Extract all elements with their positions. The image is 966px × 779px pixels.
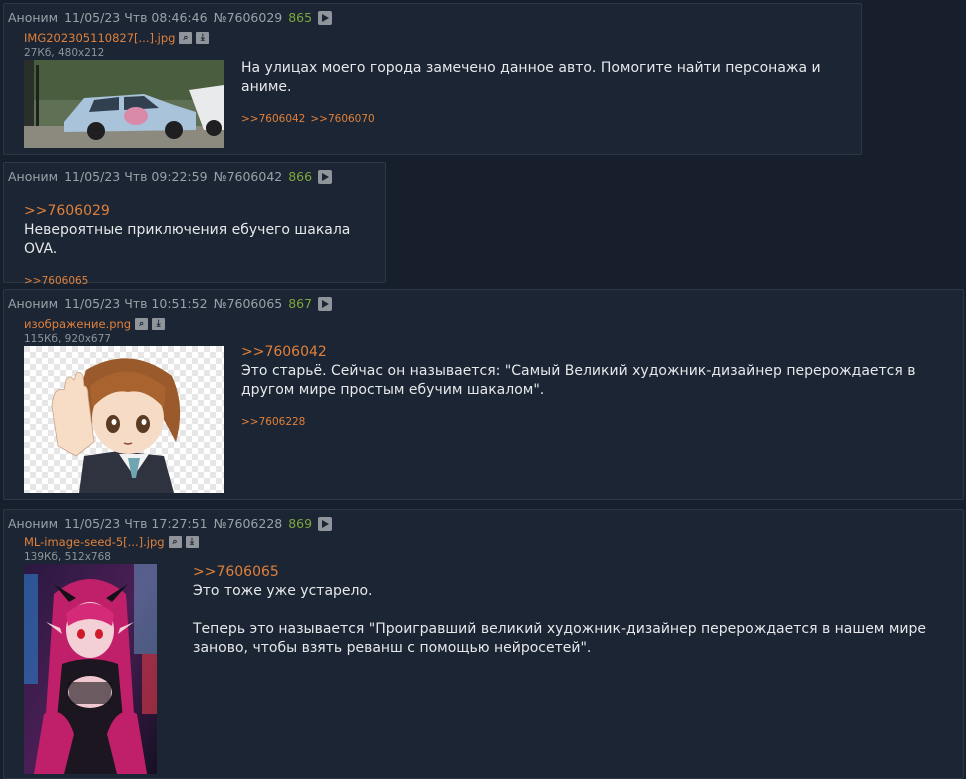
search-icon[interactable]: ⌕ [179, 32, 193, 44]
post-body: >>7606029 Невероятные приключения ебучег… [24, 202, 379, 291]
quote-link[interactable]: >>7606042 [241, 343, 951, 362]
post-author: Аноним [8, 169, 59, 184]
play-icon[interactable] [318, 516, 333, 531]
post-count: 869 [288, 516, 313, 531]
download-icon[interactable]: ⤓ [196, 32, 210, 44]
post-number[interactable]: №7606065 [214, 296, 283, 311]
post-date: 11/05/23 Чтв 10:51:52 [64, 296, 208, 311]
file-name-link[interactable]: изображение.png [24, 317, 131, 331]
post-header: Аноним 11/05/23 Чтв 09:22:59 №7606042 86… [8, 169, 333, 184]
post-number[interactable]: №7606228 [214, 516, 283, 531]
post-header: Аноним 11/05/23 Чтв 10:51:52 №7606065 86… [8, 296, 333, 311]
post-date: 11/05/23 Чтв 09:22:59 [64, 169, 208, 184]
post-author: Аноним [8, 296, 59, 311]
download-icon[interactable]: ⤓ [152, 318, 166, 330]
post-7606065: Аноним 11/05/23 Чтв 10:51:52 №7606065 86… [3, 289, 964, 500]
post-image-thumbnail[interactable] [24, 564, 157, 774]
quote-link[interactable]: >>7606029 [24, 202, 379, 221]
file-info: IMG202305110827[...].jpg ⌕ ⤓ [24, 31, 210, 45]
post-number[interactable]: №7606029 [214, 10, 283, 25]
replies: >>7606042 >>7606070 [241, 110, 851, 129]
post-author: Аноним [8, 516, 59, 531]
reply-link[interactable]: >>7606228 [241, 416, 305, 428]
file-meta: 27Кб, 480x212 [24, 47, 105, 59]
file-meta: 115Кб, 920x677 [24, 333, 111, 345]
post-text-paragraph: Теперь это называется "Проигравший велик… [193, 621, 926, 656]
file-name-link[interactable]: ML-image-seed-5[...].jpg [24, 535, 165, 549]
file-info: ML-image-seed-5[...].jpg ⌕ ⤓ [24, 535, 199, 549]
post-body: >>7606042 Это старьё. Сейчас он называет… [241, 343, 951, 432]
post-text: Это тоже уже устарело. [193, 583, 373, 599]
post-7606228: Аноним 11/05/23 Чтв 17:27:51 №7606228 86… [3, 509, 964, 779]
post-number[interactable]: №7606042 [214, 169, 283, 184]
post-7606042: Аноним 11/05/23 Чтв 09:22:59 №7606042 86… [3, 162, 386, 287]
post-header: Аноним 11/05/23 Чтв 08:46:46 №7606029 86… [8, 10, 333, 25]
play-icon[interactable] [318, 169, 333, 184]
quote-link[interactable]: >>7606065 [193, 563, 953, 582]
file-info: изображение.png ⌕ ⤓ [24, 317, 166, 331]
search-icon[interactable]: ⌕ [168, 536, 182, 548]
reply-link[interactable]: >>7606042 [241, 113, 305, 125]
play-icon[interactable] [318, 10, 333, 25]
file-name-link[interactable]: IMG202305110827[...].jpg [24, 31, 175, 45]
file-meta: 139Кб, 512x768 [24, 551, 111, 563]
post-text: Это старьё. Сейчас он называется: "Самый… [241, 363, 916, 398]
post-image-thumbnail[interactable] [24, 60, 224, 148]
post-image-thumbnail[interactable] [24, 346, 224, 493]
post-count: 865 [288, 10, 313, 25]
post-7606029: Аноним 11/05/23 Чтв 08:46:46 №7606029 86… [3, 3, 862, 155]
post-author: Аноним [8, 10, 59, 25]
post-body: >>7606065 Это тоже уже устарело. Теперь … [193, 563, 953, 658]
post-body: На улицах моего города замечено данное а… [241, 59, 851, 129]
play-icon[interactable] [318, 296, 333, 311]
replies: >>7606228 [241, 413, 951, 432]
post-count: 867 [288, 296, 313, 311]
download-icon[interactable]: ⤓ [185, 536, 199, 548]
search-icon[interactable]: ⌕ [135, 318, 149, 330]
reply-link[interactable]: >>7606070 [310, 113, 374, 125]
post-date: 11/05/23 Чтв 17:27:51 [64, 516, 208, 531]
post-text: Невероятные приключения ебучего шакала O… [24, 222, 351, 257]
post-date: 11/05/23 Чтв 08:46:46 [64, 10, 208, 25]
post-count: 866 [288, 169, 313, 184]
post-header: Аноним 11/05/23 Чтв 17:27:51 №7606228 86… [8, 516, 333, 531]
reply-link[interactable]: >>7606065 [24, 275, 88, 287]
post-text: На улицах моего города замечено данное а… [241, 60, 821, 95]
